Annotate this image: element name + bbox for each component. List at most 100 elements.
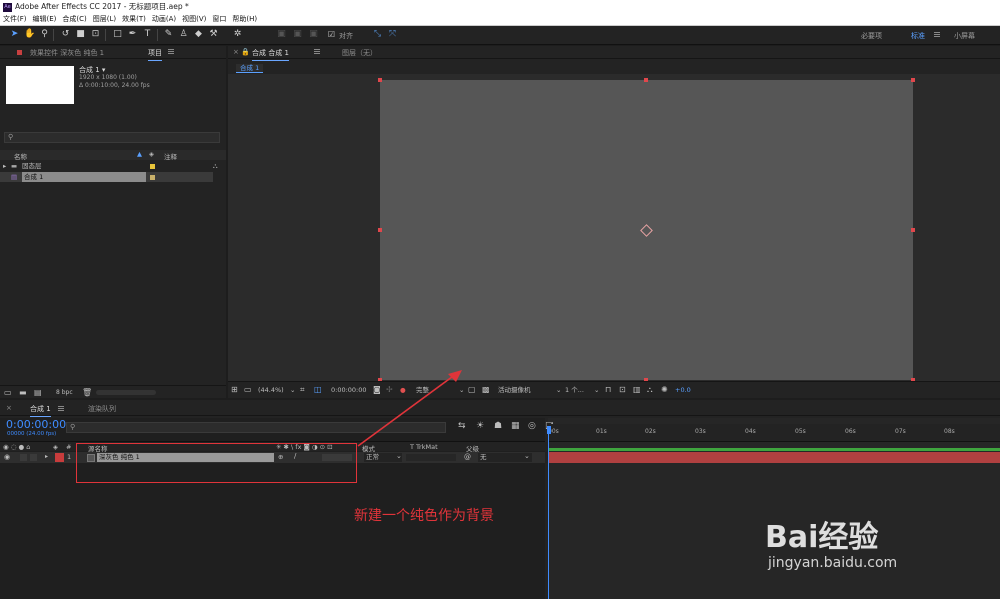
project-search-input[interactable]: ⚲ bbox=[4, 132, 220, 143]
menu-edit[interactable]: 编辑(E) bbox=[30, 15, 60, 23]
layer-handle[interactable] bbox=[378, 78, 382, 82]
menu-view[interactable]: 视图(V) bbox=[179, 15, 209, 23]
layer-handle[interactable] bbox=[378, 228, 382, 232]
tab-effect-controls[interactable]: 效果控件 深灰色 纯色 1 bbox=[30, 48, 104, 58]
layer-handle[interactable] bbox=[644, 78, 648, 82]
world-axis-icon[interactable]: ▣ bbox=[292, 29, 303, 40]
project-item-comp[interactable]: ▤ 合成 1 bbox=[0, 172, 213, 182]
project-item-folder[interactable]: ▸ ▬ 固态层 ⛬ bbox=[0, 161, 226, 171]
expand-arrow-icon[interactable]: ▸ bbox=[3, 161, 6, 171]
zoom-tool-icon[interactable]: ⚲ bbox=[39, 29, 50, 40]
workspace-essentials[interactable]: 必要项 bbox=[861, 31, 882, 41]
workspace-standard[interactable]: 标准 bbox=[911, 31, 925, 41]
roto-brush-tool-icon[interactable]: ⚒ bbox=[208, 29, 219, 40]
audio-toggle[interactable] bbox=[20, 454, 27, 461]
menu-effect[interactable]: 效果(T) bbox=[119, 15, 149, 23]
toggle-pixel-aspect-icon[interactable]: ⊓ bbox=[605, 382, 611, 398]
time-ruler[interactable] bbox=[548, 424, 1000, 442]
grid-icon[interactable]: ⌗ bbox=[300, 382, 305, 398]
bpc-button[interactable]: 8 bpc bbox=[56, 389, 73, 396]
layer-duration-bar[interactable] bbox=[548, 452, 1000, 463]
flowchart-icon[interactable]: ⛬ bbox=[213, 161, 218, 171]
workspace-small-screen[interactable]: 小屏幕 bbox=[954, 31, 975, 41]
interpret-footage-icon[interactable]: ▭ bbox=[4, 388, 12, 397]
trash-icon[interactable]: 🗑 bbox=[82, 388, 92, 397]
snap-features-icon[interactable]: ⤧ bbox=[387, 29, 398, 40]
eraser-tool-icon[interactable]: ◆ bbox=[193, 29, 204, 40]
views-dropdown[interactable]: 1 个... bbox=[565, 382, 584, 398]
chevron-down-icon[interactable]: ⌄ bbox=[524, 452, 530, 460]
tab-layer[interactable]: 图层（无） bbox=[342, 48, 377, 58]
camera-tool-icon[interactable]: ■ bbox=[75, 29, 86, 40]
always-preview-icon[interactable]: ⊞ bbox=[231, 382, 238, 398]
camera-dropdown[interactable]: 活动摄像机 bbox=[498, 382, 531, 398]
selection-tool-icon[interactable]: ➤ bbox=[9, 29, 20, 40]
label-swatch[interactable] bbox=[150, 175, 155, 180]
layer-label-color[interactable] bbox=[55, 453, 64, 462]
new-comp-icon[interactable]: ▤ bbox=[34, 388, 42, 397]
exposure-icon[interactable]: ✺ bbox=[661, 382, 668, 398]
mask-visibility-icon[interactable]: ◫ bbox=[314, 382, 322, 398]
tab-project[interactable]: 项目 bbox=[148, 48, 162, 61]
menu-animation[interactable]: 动画(A) bbox=[149, 15, 179, 23]
motion-blur-icon[interactable]: ◎ bbox=[528, 421, 536, 431]
composition-panel-menu-icon[interactable] bbox=[314, 49, 320, 54]
sort-arrow-icon[interactable]: ▲ bbox=[137, 150, 142, 158]
hand-tool-icon[interactable]: ✋ bbox=[24, 29, 35, 40]
tab-composition[interactable]: 合成 合成 1 bbox=[252, 48, 289, 61]
expand-arrow-icon[interactable]: ▸ bbox=[45, 453, 48, 460]
flowchart-icon[interactable]: ⛬ bbox=[647, 382, 653, 398]
comp-breadcrumb[interactable]: 合成 1 bbox=[236, 64, 264, 73]
lock-icon[interactable]: 🔒 bbox=[241, 48, 250, 56]
anchor-point-icon[interactable] bbox=[640, 224, 653, 237]
pick-whip-icon[interactable]: @ bbox=[464, 453, 471, 461]
playhead-icon[interactable] bbox=[547, 426, 551, 434]
column-name[interactable]: 名称 bbox=[14, 151, 27, 161]
menu-window[interactable]: 窗口 bbox=[209, 15, 229, 23]
timeline-icon[interactable]: ▥ bbox=[633, 382, 641, 398]
shy-layers-icon[interactable]: ☗ bbox=[494, 421, 502, 431]
tab-render-queue[interactable]: 渲染队列 bbox=[88, 404, 116, 414]
transparency-grid-icon[interactable]: ▩ bbox=[482, 382, 490, 398]
snap-checkbox-icon[interactable]: ☑ bbox=[326, 29, 337, 40]
workspace-menu-icon[interactable] bbox=[934, 32, 940, 37]
new-folder-icon[interactable]: ▬ bbox=[19, 388, 27, 397]
rotate-tool-icon[interactable]: ↺ bbox=[60, 29, 71, 40]
chevron-down-icon[interactable]: ⌄ bbox=[556, 382, 561, 398]
chevron-down-icon[interactable]: ⌄ bbox=[396, 452, 402, 460]
project-panel-menu-icon[interactable] bbox=[168, 49, 174, 54]
visibility-eye-icon[interactable]: ◉ bbox=[4, 453, 10, 461]
menu-help[interactable]: 帮助(H) bbox=[229, 15, 260, 23]
clone-stamp-tool-icon[interactable]: ♙ bbox=[178, 29, 189, 40]
pan-behind-tool-icon[interactable]: ⊡ bbox=[90, 29, 101, 40]
close-icon[interactable]: × bbox=[233, 48, 239, 56]
chevron-down-icon[interactable]: ⌄ bbox=[594, 382, 599, 398]
menu-file[interactable]: 文件(F) bbox=[0, 15, 30, 23]
comp-canvas[interactable] bbox=[378, 78, 915, 382]
draft-3d-icon[interactable]: ☀ bbox=[476, 421, 484, 431]
puppet-pin-tool-icon[interactable]: ✲ bbox=[232, 29, 243, 40]
label-column-icon[interactable]: ◈ bbox=[149, 150, 154, 158]
menu-composition[interactable]: 合成(C) bbox=[59, 15, 89, 23]
work-area-bar[interactable] bbox=[548, 448, 1000, 451]
fast-previews-icon[interactable]: ⊡ bbox=[619, 382, 626, 398]
zoom-dropdown[interactable]: (44.4%) bbox=[258, 382, 284, 398]
frame-blending-icon[interactable]: ▦ bbox=[511, 421, 520, 431]
trkmat-dropdown[interactable] bbox=[406, 454, 456, 461]
rectangle-tool-icon[interactable]: □ bbox=[112, 29, 123, 40]
column-comment[interactable]: 注释 bbox=[164, 151, 177, 161]
chevron-down-icon[interactable]: ⌄ bbox=[290, 382, 295, 398]
close-icon[interactable]: × bbox=[6, 404, 12, 412]
pen-tool-icon[interactable]: ✒ bbox=[127, 29, 138, 40]
layer-handle[interactable] bbox=[911, 78, 915, 82]
horizontal-scrollbar[interactable] bbox=[96, 390, 156, 395]
view-axis-icon[interactable]: ▣ bbox=[308, 29, 319, 40]
local-axis-icon[interactable]: ▣ bbox=[276, 29, 287, 40]
text-tool-icon[interactable]: T bbox=[142, 29, 153, 40]
current-time-display[interactable]: 0:00:00:00 bbox=[6, 418, 66, 431]
snap-edges-icon[interactable]: ⤡ bbox=[372, 29, 383, 40]
solo-toggle[interactable] bbox=[30, 454, 37, 461]
label-swatch[interactable] bbox=[150, 164, 155, 169]
monitor-icon[interactable]: ▭ bbox=[244, 382, 252, 398]
menu-layer[interactable]: 图层(L) bbox=[90, 15, 119, 23]
